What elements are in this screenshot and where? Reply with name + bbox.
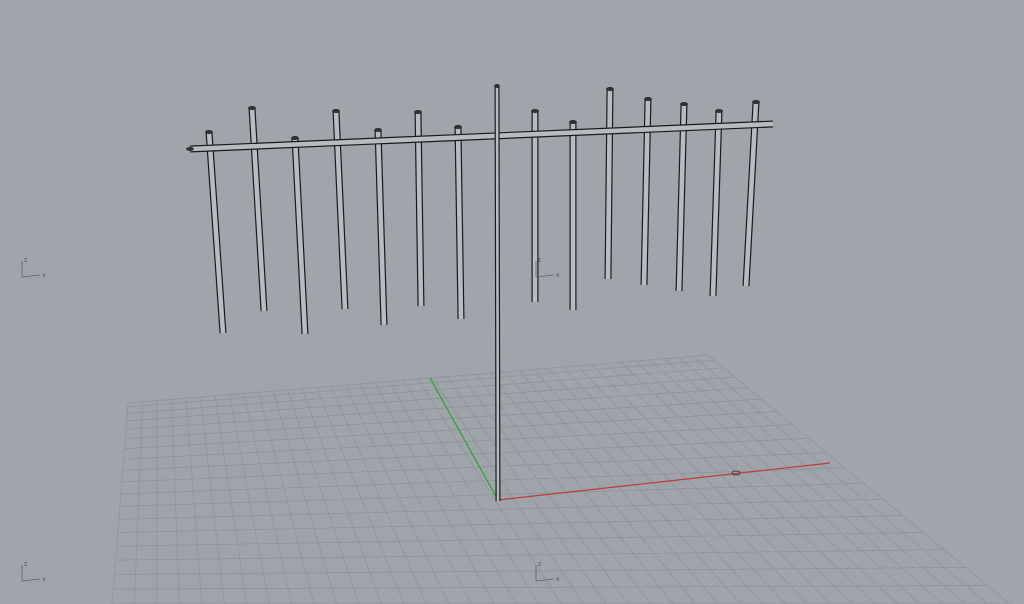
vertical-pipe[interactable] [569, 120, 577, 310]
axis-widget-x-label: x [556, 272, 560, 279]
axis-widget-z-label: z [538, 561, 541, 568]
vertical-pipe[interactable] [531, 109, 539, 302]
axis-widget-z-label: z [24, 561, 27, 568]
axis-widget-x-label: x [42, 576, 46, 583]
axis-widget-x-label: x [556, 576, 560, 583]
axis-widget-x-label: x [42, 272, 46, 279]
axis-widget-z-label: z [538, 257, 541, 264]
rhino-perspective-viewport[interactable]: z x z x z x z x [0, 0, 1024, 604]
axis-widget-z-label: z [24, 257, 27, 264]
